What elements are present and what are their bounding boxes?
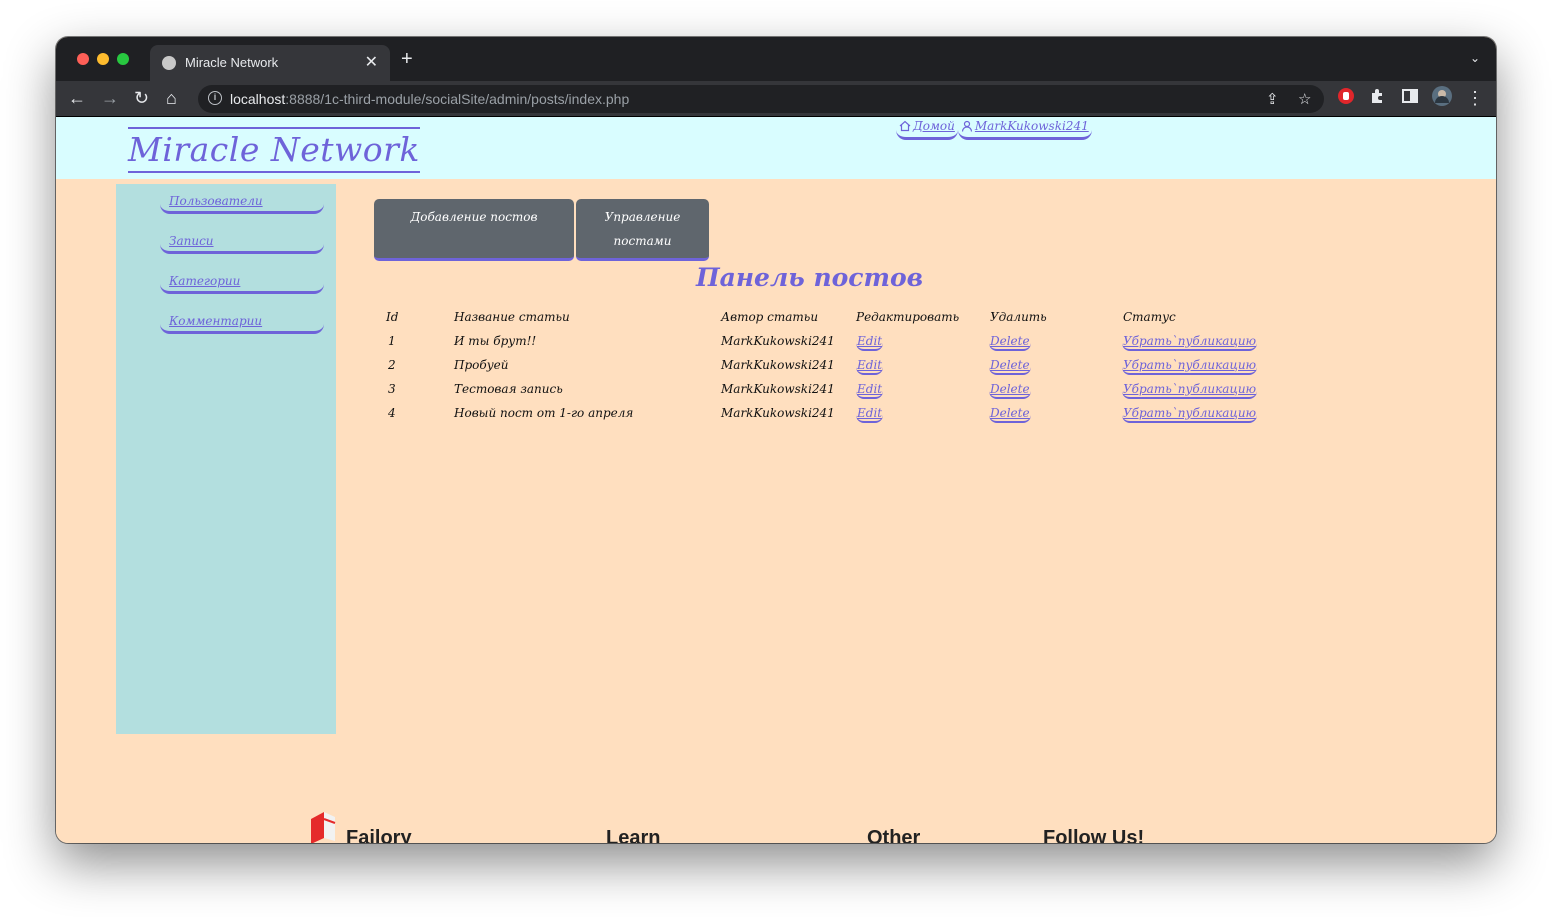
tab-search-icon[interactable]: ⌄ [1470,51,1480,65]
footer-learn-heading: Learn [606,827,661,843]
footer-follow-heading: Follow Us! [1043,827,1145,843]
reload-icon[interactable]: ↻ [134,87,149,109]
site-info-icon[interactable]: i [208,91,222,105]
bookmark-star-icon[interactable]: ☆ [1298,90,1311,108]
row-author: MarkKukowski241 [721,406,835,420]
nav-user-label: MarkKukowski241 [974,119,1089,133]
unpublish-link[interactable]: Убрать`публикацию [1122,358,1258,375]
share-icon[interactable]: ⇪ [1266,90,1279,108]
footer-brand[interactable]: Failory [346,827,412,843]
row-id: 1 [388,334,396,348]
sidebar-item-categories[interactable]: Категории [160,274,324,294]
minimize-window-button[interactable] [97,53,109,65]
table-row: 1 И ты брут!! MarkKukowski241 Edit Delet… [386,334,1286,358]
tab-bar: Miracle Network ✕ + ⌄ [56,37,1496,81]
address-bar[interactable]: i localhost:8888/1c-third-module/socialS… [198,85,1324,113]
site-logo[interactable]: Miracle Network [128,127,420,173]
failory-logo-icon [311,812,336,843]
manage-posts-label-line2: постами [613,234,672,248]
manage-posts-button[interactable]: Управление постами [576,199,709,261]
back-icon[interactable]: ← [68,87,86,109]
row-author: MarkKukowski241 [721,358,835,372]
new-tab-button[interactable]: + [401,49,413,69]
browser-toolbar: ← → ↻ ⌂ i localhost:8888/1c-third-module… [56,81,1496,117]
extension-stop-icon[interactable] [1337,87,1355,105]
page-title: Панель постов [696,263,924,292]
unpublish-link[interactable]: Убрать`публикацию [1122,382,1258,399]
home-icon[interactable]: ⌂ [166,87,177,109]
delete-link[interactable]: Delete [989,406,1031,423]
side-panel-icon[interactable] [1401,87,1419,105]
table-row: 3 Тестовая запись MarkKukowski241 Edit D… [386,382,1286,406]
manage-posts-label-line1: Управление [604,210,681,224]
header-author: Автор статьи [721,310,819,324]
row-author: MarkKukowski241 [721,334,835,348]
sidebar-item-comments[interactable]: Комментарии [160,314,324,334]
site-header: Miracle Network Домой MarkKukowski241 [56,117,1496,179]
favicon-icon [162,56,176,70]
row-title: Пробуей [454,358,509,372]
nav-user-link[interactable]: MarkKukowski241 [957,119,1092,140]
web-page: Miracle Network Домой MarkKukowski241 По… [56,117,1496,843]
browser-tab-active[interactable]: Miracle Network ✕ [150,45,390,81]
profile-avatar-icon[interactable] [1432,86,1452,106]
user-icon [961,120,972,132]
row-title: И ты брут!! [454,334,537,348]
row-title: Тестовая запись [454,382,563,396]
close-window-button[interactable] [77,53,89,65]
add-posts-button[interactable]: Добавление постов [374,199,574,261]
row-id: 4 [388,406,396,420]
url-text[interactable]: localhost:8888/1c-third-module/socialSit… [230,91,629,107]
row-id: 3 [388,382,396,396]
header-status: Статус [1123,310,1176,324]
delete-link[interactable]: Delete [989,382,1031,399]
nav-home-label: Домой [913,119,955,133]
edit-link[interactable]: Edit [856,358,884,375]
edit-link[interactable]: Edit [856,406,884,423]
table-row: 2 Пробуей MarkKukowski241 Edit Delete Уб… [386,358,1286,382]
tab-title: Miracle Network [185,55,279,70]
maximize-window-button[interactable] [117,53,129,65]
delete-link[interactable]: Delete [989,334,1031,351]
browser-window: Miracle Network ✕ + ⌄ ← → ↻ ⌂ i localhos… [56,37,1496,843]
sidebar-item-posts[interactable]: Записи [160,234,324,254]
tab-close-icon[interactable]: ✕ [365,52,378,72]
header-delete: Удалить [990,310,1047,324]
table-row: 4 Новый пост от 1-го апреля MarkKukowski… [386,406,1286,430]
edit-link[interactable]: Edit [856,382,884,399]
row-author: MarkKukowski241 [721,382,835,396]
row-id: 2 [388,358,396,372]
sidebar-item-users[interactable]: Пользователи [160,194,324,214]
delete-link[interactable]: Delete [989,358,1031,375]
top-nav: Домой MarkKukowski241 [896,119,1092,140]
unpublish-link[interactable]: Убрать`публикацию [1122,334,1258,351]
row-title: Новый пост от 1-го апреля [454,406,634,420]
unpublish-link[interactable]: Убрать`публикацию [1122,406,1258,423]
forward-icon[interactable]: → [101,87,119,109]
nav-home-link[interactable]: Домой [896,119,958,140]
edit-link[interactable]: Edit [856,334,884,351]
browser-menu-icon[interactable]: ⋮ [1466,87,1484,109]
table-header-row: Id Название статьи Автор статьи Редактир… [386,310,1286,334]
extensions-puzzle-icon[interactable] [1369,87,1387,105]
admin-sidebar: Пользователи Записи Категории Комментари… [116,184,336,734]
home-icon [899,120,911,132]
header-id: Id [386,310,399,324]
footer-other-heading: Other [867,827,921,843]
header-edit: Редактировать [856,310,960,324]
header-title: Название статьи [454,310,570,324]
